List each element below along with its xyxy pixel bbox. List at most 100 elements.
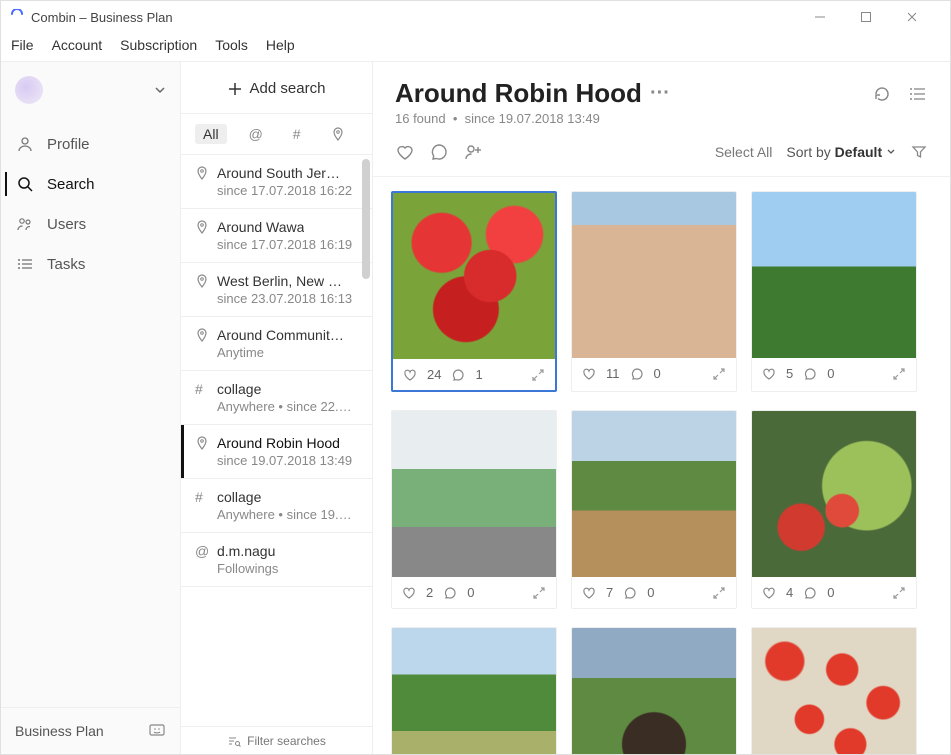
- users-icon: [15, 214, 35, 234]
- menu-file[interactable]: File: [11, 37, 34, 53]
- post-card[interactable]: 20: [391, 410, 557, 609]
- primary-nav: Profile Search Users Tasks Business Plan: [1, 62, 181, 754]
- comment-icon: [630, 367, 644, 381]
- search-panel: Add search All @ # Around South Jer…sinc…: [181, 62, 373, 754]
- search-item[interactable]: Around Robin Hoodsince 19.07.2018 13:49: [181, 425, 372, 479]
- likes-count: 5: [786, 366, 793, 381]
- plus-icon: [228, 82, 242, 96]
- since-label: since 19.07.2018 13:49: [465, 111, 600, 126]
- search-item-label: collage: [217, 381, 261, 397]
- titlebar: Combin – Business Plan: [1, 1, 950, 33]
- window-minimize-button[interactable]: [814, 11, 842, 23]
- post-card[interactable]: 70: [571, 410, 737, 609]
- scrollbar[interactable]: [362, 159, 370, 279]
- post-card[interactable]: [751, 627, 917, 754]
- search-item[interactable]: West Berlin, New …since 23.07.2018 16:13: [181, 263, 372, 317]
- refresh-button[interactable]: [872, 84, 892, 104]
- post-card[interactable]: 241: [391, 191, 557, 392]
- search-item-subtitle: since 23.07.2018 16:13: [217, 291, 358, 306]
- likes-count: 7: [606, 585, 613, 600]
- search-item-label: collage: [217, 489, 261, 505]
- post-card[interactable]: [391, 627, 557, 754]
- comment-icon: [443, 586, 457, 600]
- mention-icon: @: [195, 543, 211, 559]
- search-item[interactable]: # collage Anywhere • since 19.…: [181, 479, 372, 533]
- select-all-button[interactable]: Select All: [715, 144, 773, 160]
- more-menu-button[interactable]: ···: [650, 82, 670, 105]
- avatar: [15, 76, 43, 104]
- post-thumbnail: [392, 628, 556, 754]
- menu-tools[interactable]: Tools: [215, 37, 248, 53]
- expand-icon[interactable]: [892, 586, 906, 600]
- window-maximize-button[interactable]: [860, 11, 888, 23]
- search-item[interactable]: Around Communit…Anytime: [181, 317, 372, 371]
- nav-label: Users: [47, 216, 86, 233]
- search-item[interactable]: Around Wawasince 17.07.2018 16:19: [181, 209, 372, 263]
- heart-icon: [402, 586, 416, 600]
- post-card[interactable]: [571, 627, 737, 754]
- expand-icon[interactable]: [712, 586, 726, 600]
- comments-count: 0: [654, 366, 661, 381]
- pin-icon: [195, 328, 211, 342]
- app-logo-icon: [9, 9, 25, 25]
- menu-account[interactable]: Account: [52, 37, 103, 53]
- post-thumbnail: [572, 628, 736, 754]
- tab-mention[interactable]: @: [241, 124, 271, 144]
- hashtag-icon: #: [195, 489, 211, 505]
- filter-icon: [227, 734, 241, 748]
- found-count: 16 found: [395, 111, 446, 126]
- account-switcher[interactable]: [1, 62, 180, 118]
- window-close-button[interactable]: [906, 11, 934, 23]
- menubar: File Account Subscription Tools Help: [1, 33, 950, 61]
- like-action-icon[interactable]: [395, 142, 415, 162]
- heart-icon: [582, 586, 596, 600]
- add-search-button[interactable]: Add search: [181, 62, 372, 114]
- nav-tasks[interactable]: Tasks: [1, 244, 180, 284]
- tab-all[interactable]: All: [195, 124, 227, 144]
- search-item-label: Around Robin Hood: [217, 435, 340, 451]
- search-item-subtitle: Anywhere • since 19.…: [217, 507, 358, 522]
- filter-searches-button[interactable]: Filter searches: [181, 726, 372, 754]
- search-item-subtitle: Anywhere • since 22.…: [217, 399, 358, 414]
- tab-location[interactable]: [323, 125, 353, 143]
- heart-icon: [762, 586, 776, 600]
- search-item-subtitle: Anytime: [217, 345, 358, 360]
- likes-count: 11: [606, 366, 620, 381]
- comments-count: 0: [827, 366, 834, 381]
- search-item-subtitle: since 17.07.2018 16:22: [217, 183, 358, 198]
- nav-users[interactable]: Users: [1, 204, 180, 244]
- list-icon: [15, 254, 35, 274]
- follow-action-icon[interactable]: [463, 142, 483, 162]
- tab-hashtag[interactable]: #: [285, 124, 309, 144]
- post-thumbnail: [752, 411, 916, 577]
- post-card[interactable]: 50: [751, 191, 917, 392]
- filter-results-button[interactable]: [910, 143, 928, 161]
- search-item[interactable]: @d.m.naguFollowings: [181, 533, 372, 587]
- expand-icon[interactable]: [531, 368, 545, 382]
- comment-action-icon[interactable]: [429, 142, 449, 162]
- page-title: Around Robin Hood ···: [395, 78, 872, 109]
- nav-search[interactable]: Search: [1, 164, 180, 204]
- menu-help[interactable]: Help: [266, 37, 295, 53]
- pin-icon: [195, 220, 211, 234]
- heart-icon: [762, 367, 776, 381]
- search-item[interactable]: Around South Jer…since 17.07.2018 16:22: [181, 155, 372, 209]
- nav-profile[interactable]: Profile: [1, 124, 180, 164]
- feedback-icon[interactable]: [148, 722, 166, 740]
- expand-icon[interactable]: [712, 367, 726, 381]
- likes-count: 24: [427, 367, 441, 382]
- post-card[interactable]: 40: [751, 410, 917, 609]
- menu-subscription[interactable]: Subscription: [120, 37, 197, 53]
- post-card[interactable]: 11 0: [571, 191, 737, 392]
- post-thumbnail: [752, 628, 916, 754]
- expand-icon[interactable]: [892, 367, 906, 381]
- comments-count: 0: [827, 585, 834, 600]
- expand-icon[interactable]: [532, 586, 546, 600]
- list-view-button[interactable]: [908, 84, 928, 104]
- post-thumbnail: [392, 411, 556, 577]
- post-thumbnail: [752, 192, 916, 358]
- sort-button[interactable]: Sort by Default: [786, 144, 896, 160]
- add-search-label: Add search: [250, 80, 326, 97]
- search-item[interactable]: #collageAnywhere • since 22.…: [181, 371, 372, 425]
- window-title: Combin – Business Plan: [31, 10, 173, 25]
